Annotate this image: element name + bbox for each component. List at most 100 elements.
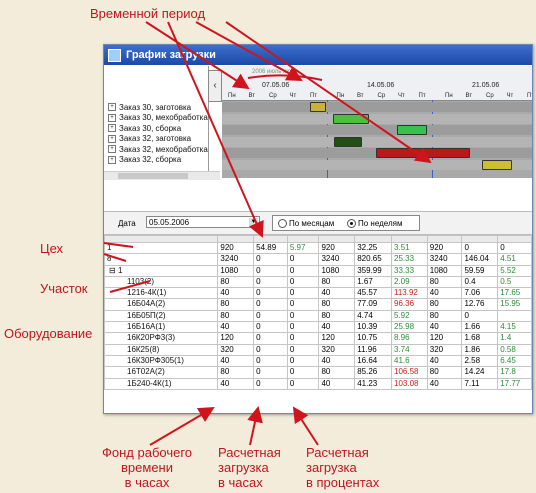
day-label: Вт <box>357 93 364 99</box>
expand-icon[interactable]: + <box>108 134 116 143</box>
tree-item-label: Заказ 32, заготовка <box>119 134 192 144</box>
value-cell: 359.99 <box>354 264 392 277</box>
scrollbar-thumb[interactable] <box>118 173 188 179</box>
table-row[interactable]: 1216-4К(1) 40 0 0 40 45.57 113.92 40 7.06 17.65 <box>104 287 532 300</box>
value-cell: 77.09 <box>354 298 392 311</box>
gantt-task-bar[interactable] <box>376 148 470 158</box>
week-label: 07.05.06 <box>262 82 290 89</box>
row-name: 16Б16А(1) <box>127 322 166 332</box>
row-name: 16К25(8) <box>127 344 160 354</box>
tree-item[interactable]: + Заказ 30, сборка <box>104 123 208 134</box>
gantt-task-bar[interactable] <box>334 136 362 147</box>
value-cell: 1.68 <box>461 332 499 345</box>
table-row[interactable]: 1Б240-4К(1) 40 0 0 40 41.23 103.08 40 7.11 17.77 <box>104 377 532 390</box>
period-mode-group: По месяцам По неделям <box>272 215 420 231</box>
header-cell[interactable] <box>318 235 356 243</box>
expand-icon[interactable]: + <box>108 155 116 164</box>
day-label: Чт <box>398 93 405 99</box>
value-cell: 0 <box>253 377 288 390</box>
table-row[interactable]: 1103(2) 80 0 0 80 1.67 2.09 80 0.4 0.5 <box>104 275 532 289</box>
value-cell: 10.75 <box>354 332 392 345</box>
table-row[interactable]: 8 3240 0 0 3240 820.65 25.33 3240 146.04 4.51 <box>104 253 532 266</box>
value-cell: 0 <box>253 264 288 277</box>
header-cell[interactable] <box>354 235 392 243</box>
table-row[interactable]: ⊟ 1 1080 0 0 1080 359.99 33.33 1080 59.59 5.52 <box>104 264 532 277</box>
value-cell: 320 <box>217 343 255 356</box>
header-cell[interactable] <box>286 235 320 243</box>
header-cell[interactable] <box>104 235 219 243</box>
header-cell[interactable] <box>217 235 255 243</box>
row-name: 1 <box>107 243 112 252</box>
table-header-row <box>104 235 532 243</box>
value-cell: 40 <box>318 377 356 390</box>
gantt-header: 2006 июль июль 07.05.06 14.05.06 21.05.06 … <box>222 66 532 101</box>
value-cell: 103.08 <box>391 377 428 390</box>
table-row[interactable]: 16К25(8) 320 0 0 320 11.96 3.74 320 1.86 0.58 <box>104 343 532 356</box>
day-label: Чт <box>506 93 514 99</box>
tree-item[interactable]: + Заказ 32, сборка <box>104 155 208 166</box>
tree-item[interactable]: + Заказ 32, мехобработка <box>104 144 208 155</box>
task-tree-items: + Заказ 30, заготовка + Заказ 30, мехобрабо… <box>104 102 208 165</box>
header-cell[interactable] <box>497 235 532 243</box>
value-cell: 920 <box>217 241 255 255</box>
value-cell: 25.33 <box>391 253 428 266</box>
tree-item[interactable]: + Заказ 30, заготовка <box>104 102 208 113</box>
value-cell: 0.58 <box>497 343 532 356</box>
expand-icon[interactable]: + <box>108 124 116 133</box>
table-row[interactable]: 16К20РФ3(3) 120 0 0 120 10.75 8.96 120 1.68 1.4 <box>104 332 532 345</box>
row-name: 16Т02А(2) <box>127 367 165 377</box>
value-cell: 0 <box>286 377 320 390</box>
load-percent-line-3: в процентах <box>306 475 380 490</box>
value-cell: 17.77 <box>497 377 532 390</box>
value-cell: 33.33 <box>391 264 428 277</box>
row-name: 1 <box>117 265 123 275</box>
gantt-task-bar[interactable] <box>397 125 427 135</box>
value-cell: 40 <box>217 377 255 390</box>
gantt-task-bar[interactable] <box>333 113 369 124</box>
value-cell: 1080 <box>318 264 356 277</box>
value-cell: 0 <box>286 366 320 379</box>
value-cell: 40 <box>217 321 255 334</box>
horizontal-scrollbar[interactable] <box>104 171 220 180</box>
value-cell: 0 <box>286 275 320 289</box>
value-cell: 96.36 <box>391 298 428 311</box>
value-cell: 2.09 <box>391 275 428 289</box>
header-cell[interactable] <box>426 235 463 243</box>
table-row[interactable]: 16Т02А(2) 80 0 0 80 85.26 106.58 80 14.24 17.8 <box>104 366 532 379</box>
gantt-task-bar[interactable] <box>310 102 326 112</box>
table-row[interactable]: 1 920 54.89 5.97 920 32.25 3.51 920 0 0 <box>104 241 532 255</box>
table-row[interactable]: 16Б04А(2) 80 0 0 80 77.09 96.36 80 12.76 15.95 <box>104 298 532 311</box>
expand-icon[interactable]: + <box>108 145 116 154</box>
table-row[interactable]: 16Б16А(1) 40 0 0 40 10.39 25.98 40 1.66 4.15 <box>104 321 532 334</box>
expand-icon[interactable]: + <box>108 113 116 122</box>
gantt-task-bar[interactable] <box>482 159 512 170</box>
load-percent-callout: Расчетная загрузка в процентах <box>306 445 379 490</box>
collapse-pane-button[interactable]: ‹ <box>208 70 222 102</box>
value-cell: 40 <box>426 287 463 300</box>
header-cell[interactable] <box>461 235 499 243</box>
controls-bar: Дата 05.05.2006 ▼ По месяцам По неделям <box>104 211 532 235</box>
value-cell: 41.6 <box>391 354 428 368</box>
table-row[interactable]: 16Б05П(2) 80 0 0 80 4.74 5.92 80 0 <box>104 309 532 323</box>
tree-item[interactable]: + Заказ 32, заготовка <box>104 134 208 145</box>
value-cell: 0 <box>253 275 288 289</box>
value-cell: 0 <box>253 309 288 323</box>
value-cell: 14.24 <box>461 366 499 379</box>
header-cell[interactable] <box>253 235 288 243</box>
value-cell: 40 <box>318 354 356 368</box>
table-row[interactable]: 16К30РФ305(1) 40 0 0 40 16.64 41.6 40 2.58 6.45 <box>104 354 532 368</box>
expand-icon[interactable]: + <box>108 103 116 112</box>
chevron-down-icon[interactable]: ▼ <box>249 218 258 227</box>
row-name: 1103(2) <box>127 276 154 286</box>
header-cell[interactable] <box>391 235 428 243</box>
date-field[interactable]: 05.05.2006 ▼ <box>146 216 260 228</box>
value-cell: 0 <box>253 354 288 368</box>
radio-by-months[interactable] <box>278 219 287 228</box>
row-name: 16К30РФ305(1) <box>127 355 184 365</box>
row-name: 1Б240-4К(1) <box>127 378 172 388</box>
radio-by-weeks[interactable] <box>347 219 356 228</box>
load-table: 1 920 54.89 5.97 920 32.25 3.51 920 0 0 8 3240 0 0 324… <box>104 235 532 390</box>
collapse-icon[interactable]: ⊟ <box>109 266 118 274</box>
tree-item[interactable]: + Заказ 30, мехобработка <box>104 113 208 124</box>
value-cell: 0 <box>253 287 288 300</box>
